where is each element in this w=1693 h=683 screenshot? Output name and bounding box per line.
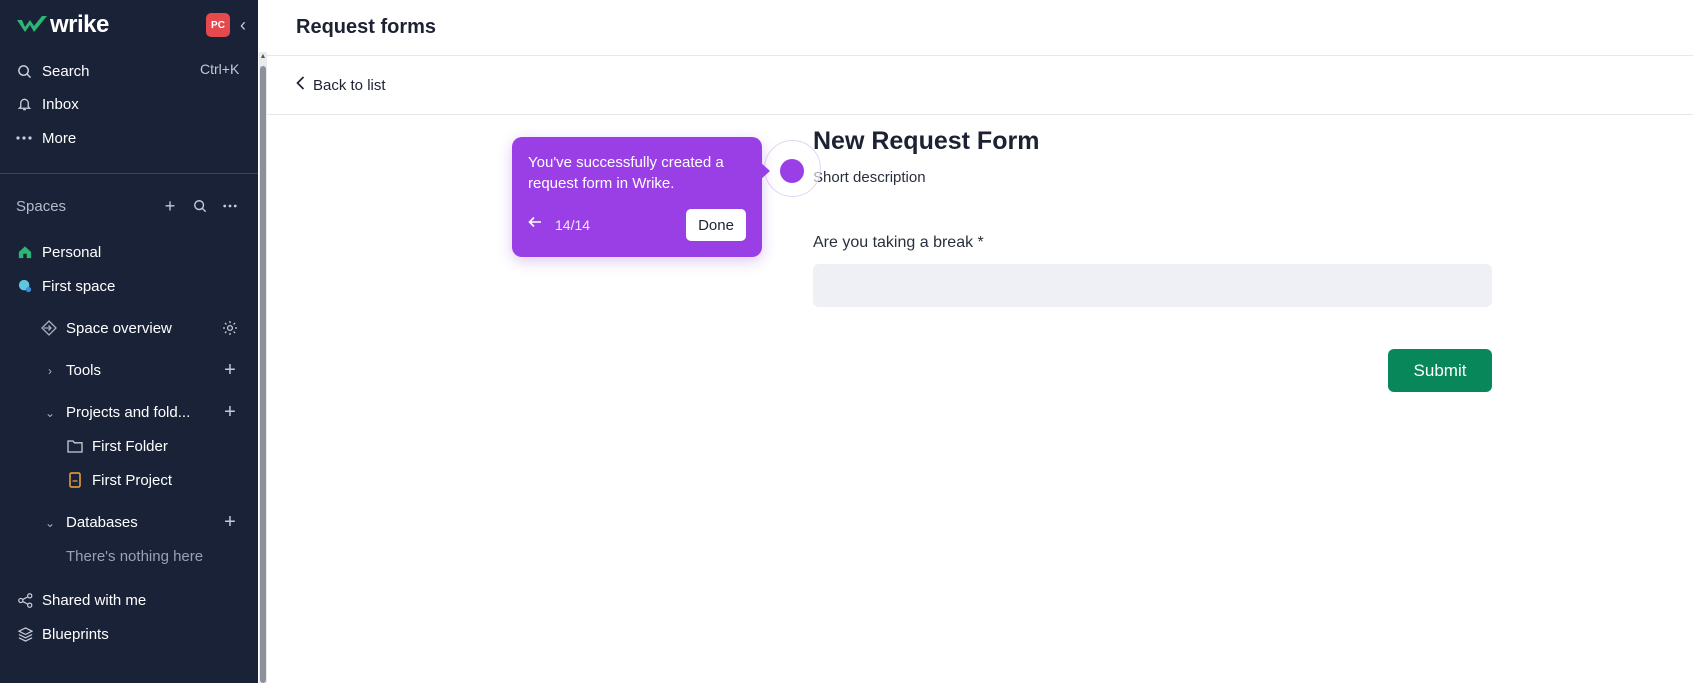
chevron-left-icon xyxy=(296,76,305,95)
done-button[interactable]: Done xyxy=(686,209,746,241)
tour-tooltip: You've successfully created a request fo… xyxy=(512,137,770,257)
spaces-more-icon[interactable] xyxy=(220,196,240,216)
tooltip-tail xyxy=(760,162,770,180)
sidebar-item-projects-folders[interactable]: Projects and fold... xyxy=(66,400,190,424)
nav-inbox-label: Inbox xyxy=(42,95,79,113)
sidebar-divider xyxy=(0,173,258,174)
nav-more-label: More xyxy=(42,129,77,147)
folder-icon xyxy=(66,437,84,455)
sidebar-item-blueprints-label: Blueprints xyxy=(42,625,109,643)
bell-icon xyxy=(16,96,32,112)
tour-beacon-dot[interactable] xyxy=(780,159,804,183)
collapse-sidebar-icon[interactable]: ‹ xyxy=(240,14,254,36)
form-description: Short description xyxy=(813,169,926,186)
add-tool-icon[interactable]: + xyxy=(221,359,239,381)
sidebar: wrike PC ‹ Search Ctrl+K Inbox More Spac… xyxy=(0,0,258,683)
databases-empty-note: There's nothing here xyxy=(66,548,204,565)
chevron-right-icon[interactable]: › xyxy=(43,364,57,378)
arrow-left-icon[interactable] xyxy=(528,215,542,232)
sub-header: Back to list xyxy=(267,56,1693,115)
home-icon xyxy=(16,243,34,261)
sidebar-item-personal[interactable]: Personal xyxy=(16,240,101,264)
scrollbar-thumb[interactable] xyxy=(260,66,266,683)
overview-icon xyxy=(40,319,58,337)
sidebar-item-projects-label: Projects and fold... xyxy=(66,403,191,421)
sidebar-item-personal-label: Personal xyxy=(42,243,102,261)
break-answer-field[interactable] xyxy=(813,264,1492,307)
field-label: Are you taking a break * xyxy=(813,234,984,251)
sidebar-item-first-project[interactable]: First Project xyxy=(66,468,172,492)
chevron-down-icon[interactable]: ⌄ xyxy=(43,406,57,420)
search-spaces-icon[interactable] xyxy=(190,196,210,216)
page-title: Request forms xyxy=(296,16,437,38)
share-icon xyxy=(16,591,34,609)
sidebar-item-databases[interactable]: Databases xyxy=(66,510,138,534)
space-icon xyxy=(16,277,34,295)
add-project-icon[interactable]: + xyxy=(221,401,239,423)
form-title: New Request Form xyxy=(813,127,1040,155)
wrike-check-icon xyxy=(17,16,47,32)
sidebar-item-databases-label: Databases xyxy=(66,513,138,531)
brand-name: wrike xyxy=(50,11,109,38)
nav-inbox[interactable]: Inbox xyxy=(16,92,79,116)
chevron-down-icon[interactable]: ⌄ xyxy=(43,516,57,530)
brand-logo[interactable]: wrike xyxy=(16,11,109,38)
sidebar-item-tools-label: Tools xyxy=(66,361,102,379)
add-database-icon[interactable]: + xyxy=(221,511,239,533)
sidebar-item-space-overview-label: Space overview xyxy=(66,319,172,337)
space-settings-icon[interactable] xyxy=(221,319,239,337)
search-icon xyxy=(16,63,32,79)
back-to-list-label: Back to list xyxy=(313,77,386,94)
sidebar-item-blueprints[interactable]: Blueprints xyxy=(16,622,109,646)
nav-search-label: Search xyxy=(42,62,90,80)
search-shortcut: Ctrl+K xyxy=(200,61,240,77)
sidebar-item-first-space-label: First space xyxy=(42,277,116,295)
sidebar-item-first-folder[interactable]: First Folder xyxy=(66,434,168,458)
sidebar-item-space-overview[interactable]: Space overview xyxy=(40,316,172,340)
sidebar-item-tools[interactable]: Tools xyxy=(66,358,101,382)
project-icon xyxy=(66,471,84,489)
tooltip-message: You've successfully created a request fo… xyxy=(528,154,724,192)
nav-search[interactable]: Search xyxy=(16,59,90,83)
sidebar-item-first-folder-label: First Folder xyxy=(92,437,168,455)
more-dots-icon xyxy=(16,130,32,146)
sidebar-item-first-space[interactable]: First space xyxy=(16,274,115,298)
page-header: Request forms xyxy=(267,0,1693,56)
tooltip-step-counter: 14/14 xyxy=(555,217,591,233)
sidebar-item-shared-label: Shared with me xyxy=(42,591,147,609)
sidebar-scrollbar[interactable]: ▲ xyxy=(259,52,267,683)
scroll-up-icon[interactable]: ▲ xyxy=(259,52,267,62)
spaces-heading: Spaces xyxy=(16,198,67,215)
back-to-list-link[interactable]: Back to list xyxy=(296,76,386,95)
sidebar-item-first-project-label: First Project xyxy=(92,471,173,489)
avatar[interactable]: PC xyxy=(206,13,230,37)
sidebar-item-shared[interactable]: Shared with me xyxy=(16,588,146,612)
blueprints-icon xyxy=(16,625,34,643)
nav-more[interactable]: More xyxy=(16,126,76,150)
add-space-icon[interactable]: + xyxy=(160,196,180,216)
submit-button[interactable]: Submit xyxy=(1388,349,1492,392)
